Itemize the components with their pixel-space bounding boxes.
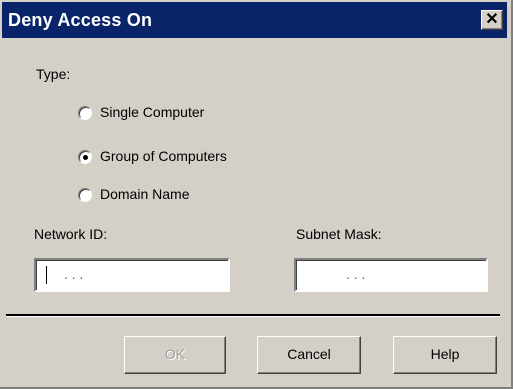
deny-access-dialog: Deny Access On ✕ Type: Single Computer G… (0, 0, 513, 389)
radio-button[interactable] (78, 188, 92, 202)
type-label: Type: (36, 66, 71, 82)
network-id-label: Network ID: (34, 226, 108, 242)
dialog-title: Deny Access On (8, 10, 153, 30)
text-caret (46, 266, 47, 284)
cancel-button[interactable]: Cancel (257, 336, 361, 374)
radio-label-group-of-computers: Group of Computers (100, 148, 227, 164)
close-button[interactable]: ✕ (481, 10, 503, 30)
separator-line (6, 314, 500, 317)
ip-address-separators: . . . (346, 266, 366, 282)
help-button[interactable]: Help (393, 336, 497, 374)
ip-address-separators: . . . (64, 266, 84, 282)
ok-button[interactable]: OK (124, 336, 226, 374)
subnet-mask-label: Subnet Mask: (296, 226, 382, 242)
radio-button[interactable] (78, 106, 92, 120)
radio-button[interactable] (78, 150, 92, 164)
network-id-input[interactable]: . . . (34, 258, 230, 292)
close-icon: ✕ (485, 11, 499, 28)
title-bar[interactable]: Deny Access On ✕ (2, 2, 507, 38)
radio-label-single-computer: Single Computer (100, 104, 205, 120)
radio-label-domain-name: Domain Name (100, 186, 190, 202)
subnet-mask-input[interactable]: . . . (294, 258, 488, 292)
